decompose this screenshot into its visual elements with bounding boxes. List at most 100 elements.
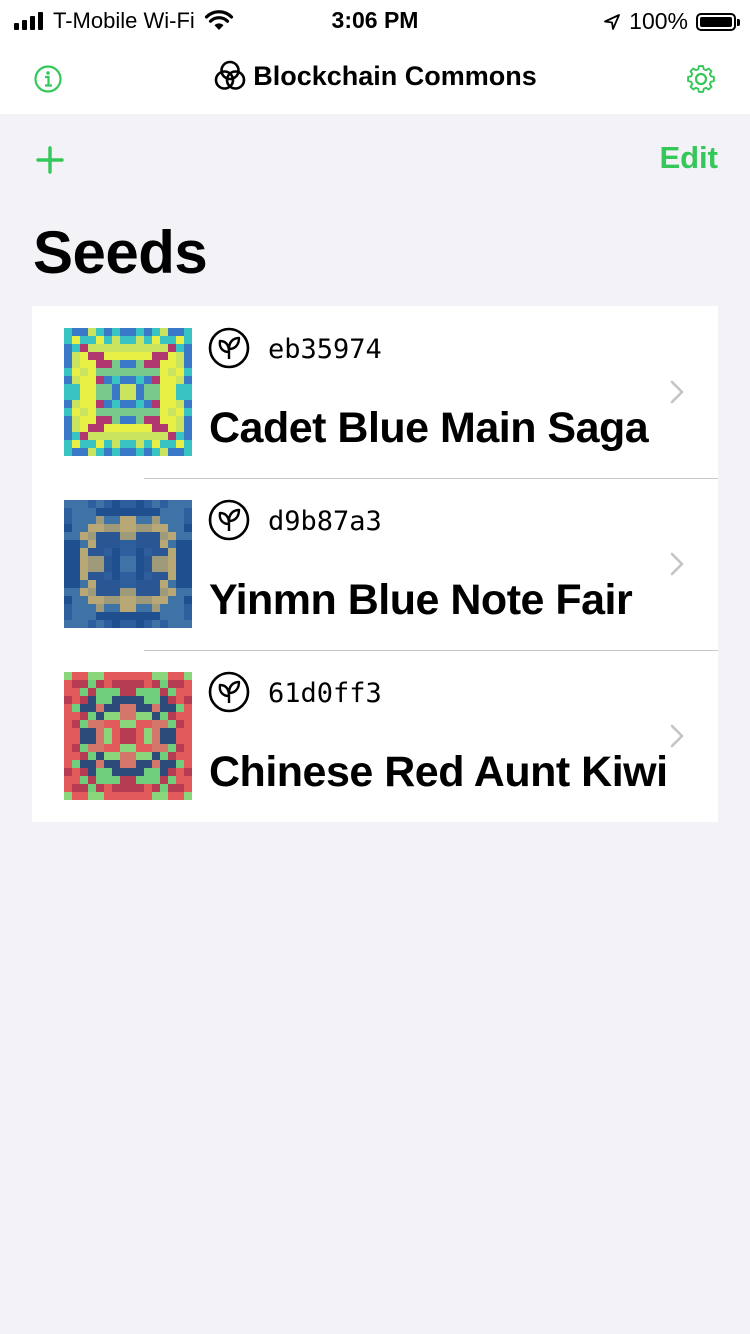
lifehash-pixel	[104, 508, 112, 516]
lifehash-pixel	[96, 400, 104, 408]
lifehash-pixel	[72, 696, 80, 704]
lifehash-pixel	[176, 604, 184, 612]
lifehash-pixel	[64, 588, 72, 596]
lifehash-pixel	[168, 508, 176, 516]
lifehash-pixel	[80, 408, 88, 416]
lifehash-pixel	[152, 596, 160, 604]
lifehash-pixel	[184, 408, 192, 416]
lifehash-pixel	[152, 400, 160, 408]
lifehash-pixel	[120, 556, 128, 564]
lifehash-pixel	[128, 384, 136, 392]
lifehash-pixel	[144, 424, 152, 432]
lifehash-pixel	[96, 704, 104, 712]
lifehash-pixel	[88, 704, 96, 712]
lifehash-pixel	[112, 784, 120, 792]
lifehash-pixel	[136, 760, 144, 768]
lifehash-pixel	[176, 408, 184, 416]
lifehash-pixel	[112, 532, 120, 540]
lifehash-pixel	[96, 596, 104, 604]
lifehash-pixel	[144, 408, 152, 416]
lifehash-pixel	[80, 612, 88, 620]
lifehash-pixel	[104, 792, 112, 800]
lifehash-pixel	[160, 516, 168, 524]
lifehash-pixel	[176, 400, 184, 408]
lifehash-pixel	[88, 612, 96, 620]
lifehash-pixel	[128, 620, 136, 628]
lifehash-pixel	[64, 736, 72, 744]
lifehash-pixel	[64, 368, 72, 376]
lifehash-pixel	[72, 720, 80, 728]
lifehash-pixel	[112, 516, 120, 524]
lifehash-pixel	[128, 336, 136, 344]
lifehash-pixel	[136, 336, 144, 344]
lifehash-pixel	[104, 712, 112, 720]
lifehash-pixel	[176, 548, 184, 556]
lifehash-pixel	[168, 688, 176, 696]
lifehash-pixel	[136, 588, 144, 596]
lifehash-pixel	[104, 620, 112, 628]
lifehash-pixel	[168, 720, 176, 728]
lifehash-pixel	[96, 580, 104, 588]
lifehash-pixel	[160, 596, 168, 604]
lifehash-pixel	[136, 612, 144, 620]
lifehash-pixel	[96, 432, 104, 440]
lifehash-pixel	[104, 704, 112, 712]
lifehash-pixel	[152, 416, 160, 424]
lifehash-pixel	[152, 376, 160, 384]
lifehash-pixel	[176, 376, 184, 384]
lifehash-pixel	[128, 588, 136, 596]
lifehash-pixel	[160, 556, 168, 564]
lifehash-pixel	[184, 792, 192, 800]
lifehash-pixel	[176, 712, 184, 720]
lifehash-pixel	[160, 376, 168, 384]
lifehash-pixel	[72, 760, 80, 768]
lifehash-pixel	[64, 408, 72, 416]
lifehash-pixel	[184, 532, 192, 540]
lifehash-pixel	[96, 752, 104, 760]
lifehash-pixel	[176, 564, 184, 572]
lifehash-pixel	[112, 588, 120, 596]
lifehash-pixel	[64, 524, 72, 532]
lifehash-pixel	[128, 688, 136, 696]
lifehash-pixel	[144, 776, 152, 784]
lifehash-pixel	[64, 680, 72, 688]
lifehash-pixel	[80, 580, 88, 588]
seed-row[interactable]: d9b87a3 Yinmn Blue Note Fair	[32, 478, 718, 650]
lifehash-pixel	[136, 508, 144, 516]
lifehash-pixel	[112, 792, 120, 800]
lifehash-pixel	[184, 352, 192, 360]
lifehash-pixel	[128, 440, 136, 448]
lifehash-pixel	[88, 572, 96, 580]
battery-icon	[696, 12, 740, 31]
lifehash-pixel	[128, 556, 136, 564]
lifehash-pixel	[96, 408, 104, 416]
lifehash-pixel	[128, 596, 136, 604]
lifehash-pixel	[152, 720, 160, 728]
lifehash-pixel	[128, 360, 136, 368]
gear-icon[interactable]	[685, 63, 717, 95]
lifehash-pixel	[88, 336, 96, 344]
lifehash-pixel	[96, 604, 104, 612]
lifehash-pixel	[168, 768, 176, 776]
lifehash-pixel	[168, 672, 176, 680]
lifehash-pixel	[136, 776, 144, 784]
lifehash-pixel	[96, 712, 104, 720]
lifehash-pixel	[176, 360, 184, 368]
lifehash-pixel	[144, 588, 152, 596]
seed-list: eb35974 Cadet Blue Main Saga d9b87a3 Yin…	[32, 306, 718, 822]
seed-id: eb35974	[268, 334, 382, 365]
lifehash-pixel	[112, 556, 120, 564]
lifehash-pixel	[168, 344, 176, 352]
lifehash-pixel	[104, 392, 112, 400]
edit-button[interactable]: Edit	[659, 140, 718, 176]
add-seed-button[interactable]	[36, 146, 64, 174]
lifehash-pixel	[96, 416, 104, 424]
lifehash-pixel	[176, 344, 184, 352]
seed-row[interactable]: 61d0ff3 Chinese Red Aunt Kiwi	[32, 650, 718, 822]
lifehash-pixel	[152, 540, 160, 548]
lifehash-pixel	[144, 400, 152, 408]
lifehash-pixel	[80, 532, 88, 540]
seed-row[interactable]: eb35974 Cadet Blue Main Saga	[32, 306, 718, 478]
lifehash-pixel	[176, 500, 184, 508]
lifehash-pixel	[184, 400, 192, 408]
